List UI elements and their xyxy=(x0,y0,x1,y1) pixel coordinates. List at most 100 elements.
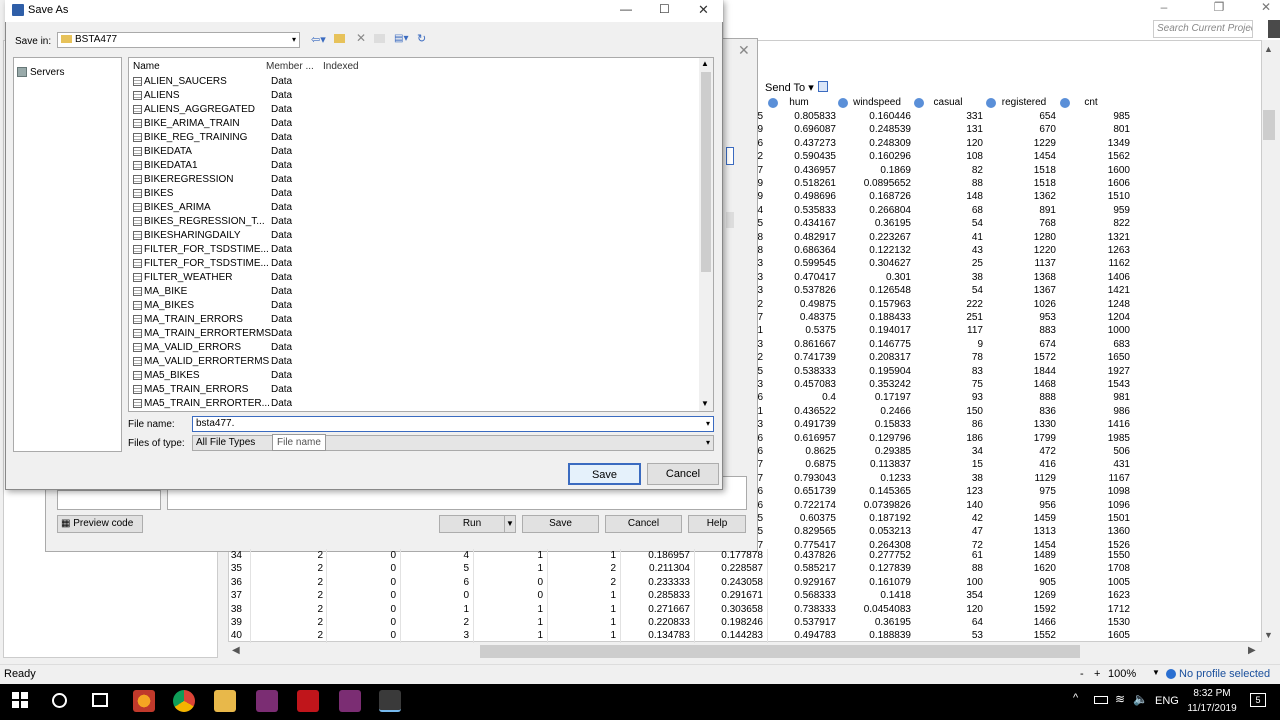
file-list-item[interactable]: BIKES_REGRESSION_T... Data xyxy=(133,215,292,229)
save-as-maximize-icon[interactable]: ☐ xyxy=(659,2,670,16)
servers-place[interactable]: Servers xyxy=(30,67,64,78)
back-icon[interactable]: ⇦▾ xyxy=(311,33,326,46)
dialog-help-button[interactable]: Help xyxy=(688,515,746,533)
table-icon[interactable] xyxy=(818,81,828,92)
language-indicator[interactable]: ENG xyxy=(1155,695,1179,707)
file-list-scrollbar[interactable]: ▲ ▼ xyxy=(699,58,713,411)
file-list-item[interactable]: MA_BIKE Data xyxy=(133,285,292,299)
sas-app-icon-2[interactable] xyxy=(339,690,361,712)
task-dialog-close-icon[interactable]: ✕ xyxy=(738,42,750,59)
file-list-item[interactable]: MA5_TRAIN_ERRORTER... Data xyxy=(133,397,292,411)
up-folder-icon[interactable] xyxy=(334,34,345,43)
file-list-scroll-thumb[interactable] xyxy=(701,72,711,272)
battery-icon[interactable] xyxy=(1094,696,1108,704)
views-icon[interactable]: ▤▾ xyxy=(394,33,408,44)
file-list-item[interactable]: BIKEREGRESSION Data xyxy=(133,173,292,187)
clock-time[interactable]: 8:32 PM xyxy=(1186,688,1238,699)
new-folder-icon[interactable] xyxy=(374,34,385,43)
acrobat-icon[interactable] xyxy=(297,690,319,712)
file-name-dropdown-icon[interactable]: ▾ xyxy=(706,417,710,431)
horizontal-scroll-thumb[interactable] xyxy=(480,645,1080,658)
file-list-item[interactable]: MA_TRAIN_ERRORTERMS Data xyxy=(133,327,292,341)
file-list-item[interactable]: MA_BIKES Data xyxy=(133,299,292,313)
profile-status[interactable]: No profile selected xyxy=(1179,668,1270,680)
file-list-item[interactable]: FILTER_FOR_TSDSTIME... Data xyxy=(133,257,292,271)
file-list-item[interactable]: BIKEDATA Data xyxy=(133,145,292,159)
wifi-icon[interactable]: ≋ xyxy=(1115,692,1125,706)
save-in-select[interactable]: BSTA477 ▾ xyxy=(57,32,300,48)
dialog-save-button[interactable]: Save xyxy=(522,515,599,533)
column-header[interactable]: casual xyxy=(926,97,970,108)
tray-chevron-icon[interactable]: ^ xyxy=(1073,692,1078,704)
run-dropdown-icon[interactable]: ▼ xyxy=(504,515,516,533)
task-view-icon[interactable] xyxy=(92,693,108,707)
minimize-icon[interactable]: – xyxy=(1150,0,1178,14)
windows-start-icon[interactable] xyxy=(12,692,28,708)
file-list[interactable]: Name Member ... Indexed ▲ ▼ ALIEN_SAUCER… xyxy=(128,57,714,412)
sas-eg-icon[interactable] xyxy=(379,690,401,712)
files-of-type-select[interactable]: All File Types ▾ xyxy=(192,435,714,451)
file-list-item[interactable]: ALIENS Data xyxy=(133,89,292,103)
column-header[interactable]: registered xyxy=(998,97,1050,108)
file-list-item[interactable]: MA_VALID_ERRORS Data xyxy=(133,341,292,355)
file-list-item[interactable]: FILTER_WEATHER Data xyxy=(133,271,292,285)
table-cell: 34 xyxy=(230,550,242,561)
file-list-item[interactable]: MA_VALID_ERRORTERMS Data xyxy=(133,355,292,369)
column-header[interactable]: hum xyxy=(780,97,818,108)
refresh-icon[interactable]: ↻ xyxy=(417,32,426,45)
file-list-item[interactable]: MA_TRAIN_ERRORS Data xyxy=(133,313,292,327)
close-icon[interactable]: ✕ xyxy=(1252,0,1280,14)
table-cell: 1005 xyxy=(1107,576,1130,588)
file-list-item[interactable]: MA5_BIKES Data xyxy=(133,369,292,383)
notifications-icon[interactable]: 5 xyxy=(1250,693,1266,707)
file-list-item[interactable]: FILTER_FOR_TSDSTIME... Data xyxy=(133,243,292,257)
run-button[interactable]: Run xyxy=(439,515,505,533)
file-name-input[interactable]: bsta477. ▾ xyxy=(192,416,714,432)
table-cell: 0.470417 xyxy=(794,271,836,283)
preview-code-button[interactable]: ▦ Preview code xyxy=(57,515,143,533)
dialog-cancel-button[interactable]: Cancel xyxy=(605,515,682,533)
restore-icon[interactable]: ❐ xyxy=(1205,0,1233,14)
zoom-out-button[interactable]: - xyxy=(1080,668,1084,680)
save-button[interactable]: Save xyxy=(568,463,641,485)
delete-icon[interactable]: ✕ xyxy=(356,31,366,45)
column-header[interactable]: windspeed xyxy=(850,97,904,108)
file-list-up-icon[interactable]: ▲ xyxy=(701,59,709,68)
sas-app-icon[interactable] xyxy=(256,690,278,712)
file-list-item[interactable]: BIKE_REG_TRAINING Data xyxy=(133,131,292,145)
scroll-down-icon[interactable]: ▼ xyxy=(1264,630,1273,640)
col-member-header[interactable]: Member ... xyxy=(266,61,314,72)
zoom-dropdown-icon[interactable]: ▼ xyxy=(1152,668,1160,677)
scroll-right-icon[interactable]: ▶ xyxy=(1248,645,1256,656)
cancel-button[interactable]: Cancel xyxy=(647,463,719,485)
col-name-header[interactable]: Name xyxy=(133,61,160,72)
save-as-minimize-icon[interactable]: — xyxy=(620,2,632,16)
app-orange-icon[interactable] xyxy=(133,690,155,712)
scroll-up-icon[interactable]: ▲ xyxy=(1264,44,1273,54)
zoom-level[interactable]: 100% xyxy=(1108,668,1136,680)
file-explorer-icon[interactable] xyxy=(214,690,236,712)
file-list-item[interactable]: ALIEN_SAUCERS Data xyxy=(133,75,292,89)
send-to-menu[interactable]: Send To ▾ xyxy=(765,81,814,94)
file-list-item[interactable]: BIKES_ARIMA Data xyxy=(133,201,292,215)
file-list-item[interactable]: BIKEDATA1 Data xyxy=(133,159,292,173)
file-list-item[interactable]: BIKESHARINGDAILY Data xyxy=(133,229,292,243)
table-cell: 82 xyxy=(971,164,983,176)
search-project-input[interactable]: Search Current Project xyxy=(1153,20,1253,38)
search-button[interactable] xyxy=(1268,20,1280,38)
file-list-item[interactable]: BIKE_ARIMA_TRAIN Data xyxy=(133,117,292,131)
chrome-icon[interactable] xyxy=(173,690,195,712)
volume-icon[interactable]: 🔈 xyxy=(1133,692,1148,706)
grid-vertical-scrollbar[interactable] xyxy=(1262,40,1276,642)
scroll-left-icon[interactable]: ◀ xyxy=(232,645,240,656)
file-list-down-icon[interactable]: ▼ xyxy=(701,399,709,408)
file-list-item[interactable]: BIKES Data xyxy=(133,187,292,201)
clock-date[interactable]: 11/17/2019 xyxy=(1186,703,1238,714)
zoom-in-button[interactable]: + xyxy=(1094,668,1100,680)
save-as-close-icon[interactable]: ✕ xyxy=(698,2,709,18)
col-indexed-header[interactable]: Indexed xyxy=(323,61,359,72)
search-circle-icon[interactable] xyxy=(52,693,67,708)
file-list-item[interactable]: MA5_TRAIN_ERRORS Data xyxy=(133,383,292,397)
column-header[interactable]: cnt xyxy=(1072,97,1110,108)
file-list-item[interactable]: ALIENS_AGGREGATED Data xyxy=(133,103,292,117)
